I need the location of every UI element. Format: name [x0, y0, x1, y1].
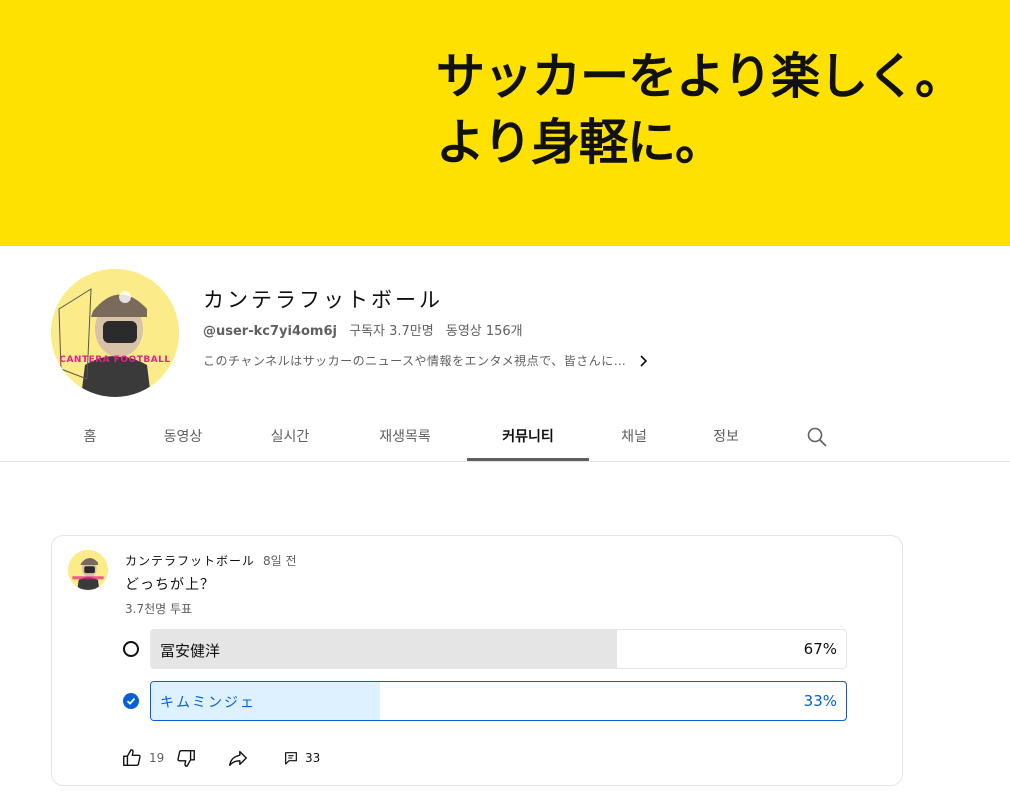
channel-meta: @user-kc7yi4om6j 구독자 3.7만명 동영상 156개 — [203, 320, 531, 339]
chevron-right-icon — [640, 354, 648, 367]
poll-option-bar[interactable]: 冨安健洋 67% — [150, 629, 847, 669]
post-header: カンテラフットボール 8일 전 — [125, 552, 297, 569]
channel-handle: @user-kc7yi4om6j — [203, 324, 337, 339]
tab-channels[interactable]: 채널 — [600, 413, 668, 461]
poll-option-percent: 67% — [803, 640, 837, 658]
poll-option[interactable]: 冨安健洋 67% — [123, 629, 848, 669]
comment-icon — [285, 752, 297, 765]
channel-description-text: このチャンネルはサッカーのニュースや情報をエンタメ視点で、皆さんに… — [203, 354, 627, 368]
channel-description[interactable]: このチャンネルはサッカーのニュースや情報をエンタメ視点で、皆さんに… — [203, 352, 650, 369]
like-count: 19 — [149, 751, 165, 765]
check-circle-icon[interactable] — [123, 693, 139, 709]
post-time[interactable]: 8일 전 — [263, 554, 297, 568]
comment-count: 33 — [305, 751, 321, 765]
radio-unchecked-icon[interactable] — [123, 641, 139, 657]
post-text: どっちが上？ — [125, 577, 215, 593]
banner-text: サッカーをより楽しく。 より身軽に。 — [436, 44, 964, 176]
poll-option-selected[interactable]: キムミンジェ 33% — [123, 681, 848, 721]
tab-videos[interactable]: 동영상 — [140, 413, 226, 461]
thumbs-down-icon — [177, 749, 195, 767]
poll-option-percent: 33% — [803, 692, 837, 710]
poll-option-bar[interactable]: キムミンジェ 33% — [150, 681, 847, 721]
comments-button[interactable]: 33 — [283, 746, 320, 770]
avatar-logo-text: CANTERA FOOTBALL — [59, 355, 171, 365]
thumbs-up-icon — [123, 749, 141, 767]
poll-option-fill — [151, 630, 617, 668]
dislike-button[interactable] — [175, 746, 197, 770]
tab-about[interactable]: 정보 — [692, 413, 760, 461]
avatar-image — [51, 269, 179, 397]
channel-title: カンテラフットボール — [203, 288, 443, 312]
subscriber-count: 구독자 3.7만명 — [349, 324, 434, 339]
poll-option-label: キムミンジェ — [160, 695, 256, 711]
post-author-avatar[interactable] — [68, 550, 108, 590]
channel-avatar[interactable]: CANTERA FOOTBALL — [51, 269, 179, 397]
tab-live[interactable]: 실시간 — [247, 413, 333, 461]
post-author[interactable]: カンテラフットボール — [125, 554, 255, 568]
search-icon[interactable] — [805, 425, 829, 449]
channel-tabs: 홈 동영상 실시간 재생목록 커뮤니티 채널 정보 — [0, 413, 1010, 462]
share-button[interactable] — [227, 746, 249, 770]
active-tab-indicator — [467, 458, 589, 461]
checkmark-icon — [126, 697, 136, 705]
video-count: 동영상 156개 — [445, 324, 523, 339]
avatar-image — [68, 550, 108, 590]
tab-community[interactable]: 커뮤니티 — [467, 413, 589, 461]
post-actions: 19 33 — [121, 746, 421, 770]
banner-line-2: より身軽に。 — [436, 114, 724, 171]
like-button[interactable]: 19 — [121, 746, 164, 770]
share-icon — [229, 750, 247, 767]
community-post: カンテラフットボール 8일 전 どっちが上？ 3.7천명 투표 冨安健洋 67% … — [51, 535, 903, 786]
channel-banner: サッカーをより楽しく。 より身軽に。 — [0, 0, 1010, 246]
tab-playlists[interactable]: 재생목록 — [360, 413, 450, 461]
banner-line-1: サッカーをより楽しく。 — [436, 48, 964, 105]
poll-vote-count: 3.7천명 투표 — [125, 602, 193, 616]
poll-option-label: 冨安健洋 — [160, 642, 221, 660]
tab-home[interactable]: 홈 — [60, 413, 120, 461]
